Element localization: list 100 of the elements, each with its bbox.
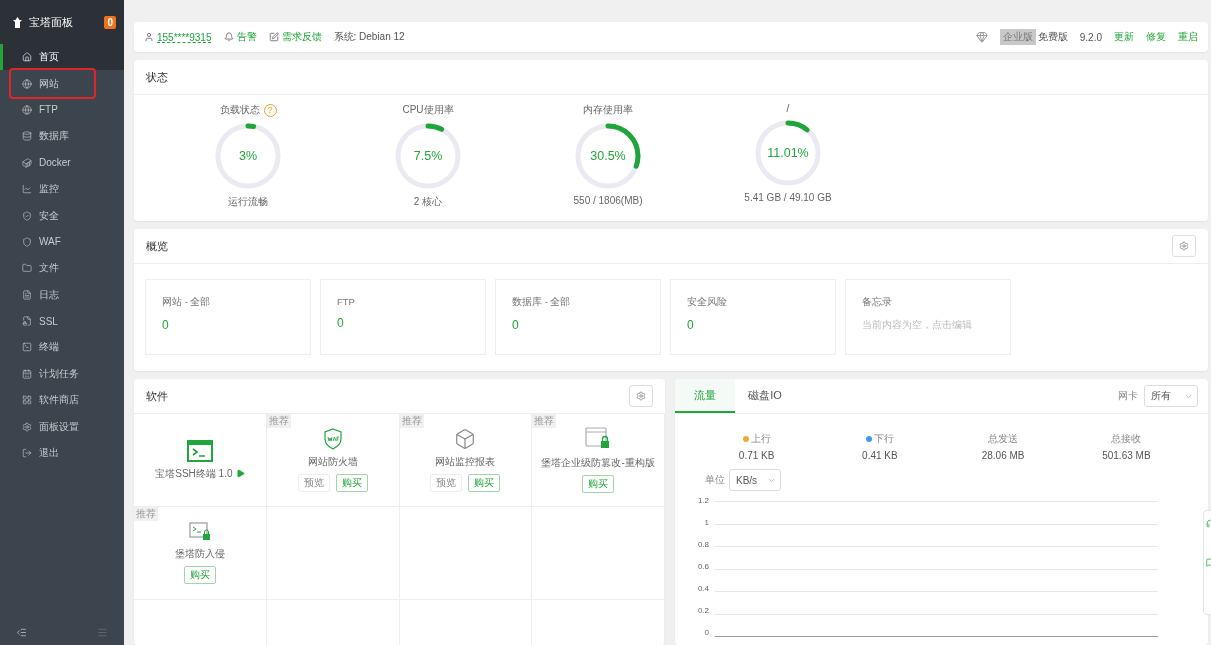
terminal-lock-icon <box>188 522 211 542</box>
traffic-label: 总接收 <box>1111 432 1142 446</box>
gauge-caption: 550 / 1806(MB) <box>573 195 643 206</box>
edition-text: 免费版 <box>1037 30 1068 44</box>
buy-button[interactable]: 购买 <box>582 475 615 493</box>
recommend-tag: 推荐 <box>399 414 424 428</box>
stat-value: 0 <box>512 318 520 332</box>
card-title: 状态 <box>146 69 168 85</box>
diamond-icon <box>975 31 988 43</box>
axis-tick-label: 0.6 <box>697 563 709 571</box>
settings-icon <box>636 391 646 401</box>
action-link[interactable]: 重启 <box>1178 30 1198 44</box>
tab[interactable]: 流量 <box>675 379 735 413</box>
top-link[interactable]: 需求反馈 <box>268 30 322 44</box>
software-name[interactable]: 网站监控报表 <box>435 455 496 469</box>
action-link[interactable]: 更新 <box>1114 30 1134 44</box>
nic-label: 网卡 <box>1118 389 1138 403</box>
stat-box[interactable]: 数据库 - 全部 0 <box>495 279 661 355</box>
buy-button[interactable]: 购买 <box>468 474 501 492</box>
sidebar-item[interactable]: 日志 <box>0 281 124 308</box>
version-text: 9.2.0 <box>1079 31 1102 43</box>
settings-button[interactable] <box>629 385 653 407</box>
sidebar-item[interactable]: SSL <box>0 307 124 335</box>
gauge-ring <box>754 119 822 187</box>
sidebar-item[interactable]: 计划任务 <box>0 360 124 388</box>
axis-tick-label: 0.2 <box>697 607 709 615</box>
software-name[interactable]: 堡塔企业级防篡改-重构版 <box>541 456 655 470</box>
waf-shield-icon <box>322 428 343 450</box>
gauge-label: CPU使用率 <box>402 103 454 117</box>
buy-button[interactable]: 购买 <box>183 566 216 584</box>
gauge-ring <box>574 122 642 190</box>
software-name[interactable]: 堡塔防入侵 <box>174 547 225 561</box>
axis-tick-label: 0.4 <box>697 585 709 593</box>
gauge-label: / <box>786 103 790 114</box>
stat-label: 网站 - 全部 <box>162 296 212 309</box>
unit-label: 单位 <box>705 473 725 487</box>
traffic-label: 总发送 <box>988 432 1019 446</box>
axis-tick-label: 1.2 <box>697 497 709 505</box>
gauge-ring <box>394 122 462 190</box>
software-name[interactable]: 宝塔SSH终端 1.0 <box>155 466 245 481</box>
sidebar-item[interactable]: 安全 <box>0 202 124 229</box>
buy-button[interactable]: 购买 <box>335 474 368 492</box>
sidebar-item[interactable]: 监控 <box>0 175 124 203</box>
settings-button[interactable] <box>1172 235 1196 257</box>
gauge-value: 11.01% <box>767 146 809 160</box>
sidebar-item[interactable]: 网站 <box>11 70 94 97</box>
sidebar-item[interactable]: 软件商店 <box>0 387 124 414</box>
edition-badge: 企业版 <box>999 29 1036 45</box>
sidebar-item[interactable]: 退出 <box>0 439 124 467</box>
action-link[interactable]: 修复 <box>1146 30 1166 44</box>
sidebar-item[interactable]: 首页 <box>0 44 124 71</box>
stat-label: 备忘录 <box>862 296 893 309</box>
gauge-label: 负载状态 ? <box>219 103 277 117</box>
gauge-value: 30.5% <box>590 149 626 163</box>
axis-tick-label: 0.8 <box>697 541 709 549</box>
sidebar-item[interactable]: Docker <box>0 149 124 176</box>
gauge-value: 3% <box>238 149 258 163</box>
traffic-label: 上行 <box>742 432 771 446</box>
sidebar-item[interactable]: 终端 <box>0 334 124 361</box>
top-link[interactable]: 告警 <box>223 30 257 44</box>
traffic-value: 28.06 MB <box>981 450 1025 461</box>
collapse-icon[interactable] <box>16 626 27 638</box>
panel-title: 宝塔面板 <box>29 14 74 30</box>
nic-select[interactable]: 所有 <box>1144 385 1198 407</box>
axis-tick-label: 1 <box>704 519 709 527</box>
preview-button[interactable]: 预览 <box>430 474 463 492</box>
user-link[interactable]: 155****9315 <box>144 31 212 43</box>
software-name[interactable]: 网站防火墙 <box>307 455 358 469</box>
sidebar-item[interactable]: 面板设置 <box>0 413 124 440</box>
axis-tick-label: 0 <box>704 629 709 637</box>
traffic-value: 0.41 KB <box>862 450 898 461</box>
system-info: 系统: Debian 12 <box>333 30 405 44</box>
cube-icon <box>454 428 477 450</box>
tab[interactable]: 磁盘IO <box>735 379 795 413</box>
stat-label: FTP <box>337 296 356 307</box>
stat-box[interactable]: 网站 - 全部 0 <box>145 279 311 355</box>
card-title: 概览 <box>146 238 168 254</box>
edit-icon <box>268 32 279 42</box>
stat-box[interactable]: 安全风险 0 <box>670 279 836 355</box>
preview-button[interactable]: 预览 <box>297 474 330 492</box>
bell-icon <box>223 32 234 42</box>
pagoda-logo-icon <box>12 16 23 28</box>
unit-select[interactable]: KB/s <box>729 469 782 491</box>
stat-value: 0 <box>162 318 170 332</box>
gauge-caption: 2 核心 <box>413 195 443 209</box>
user-icon <box>144 32 154 42</box>
recommend-tag: 推荐 <box>134 507 158 521</box>
traffic-value: 501.63 MB <box>1102 450 1151 461</box>
gauge-caption: 5.41 GB / 49.10 GB <box>744 192 832 203</box>
stat-value: 0 <box>337 316 345 330</box>
stat-box[interactable]: FTP 0 <box>320 279 486 355</box>
play-icon[interactable] <box>235 469 245 478</box>
stat-label: 数据库 - 全部 <box>512 296 572 309</box>
sidebar-item[interactable]: 文件 <box>0 255 124 282</box>
sidebar-item[interactable]: WAF <box>0 228 124 256</box>
stat-label: 安全风险 <box>687 296 728 309</box>
browser-lock-icon <box>585 427 612 451</box>
gauge-caption: 运行流畅 <box>228 195 268 209</box>
sidebar-item[interactable]: FTP <box>0 96 124 124</box>
sidebar-item[interactable]: 数据库 <box>0 123 124 150</box>
